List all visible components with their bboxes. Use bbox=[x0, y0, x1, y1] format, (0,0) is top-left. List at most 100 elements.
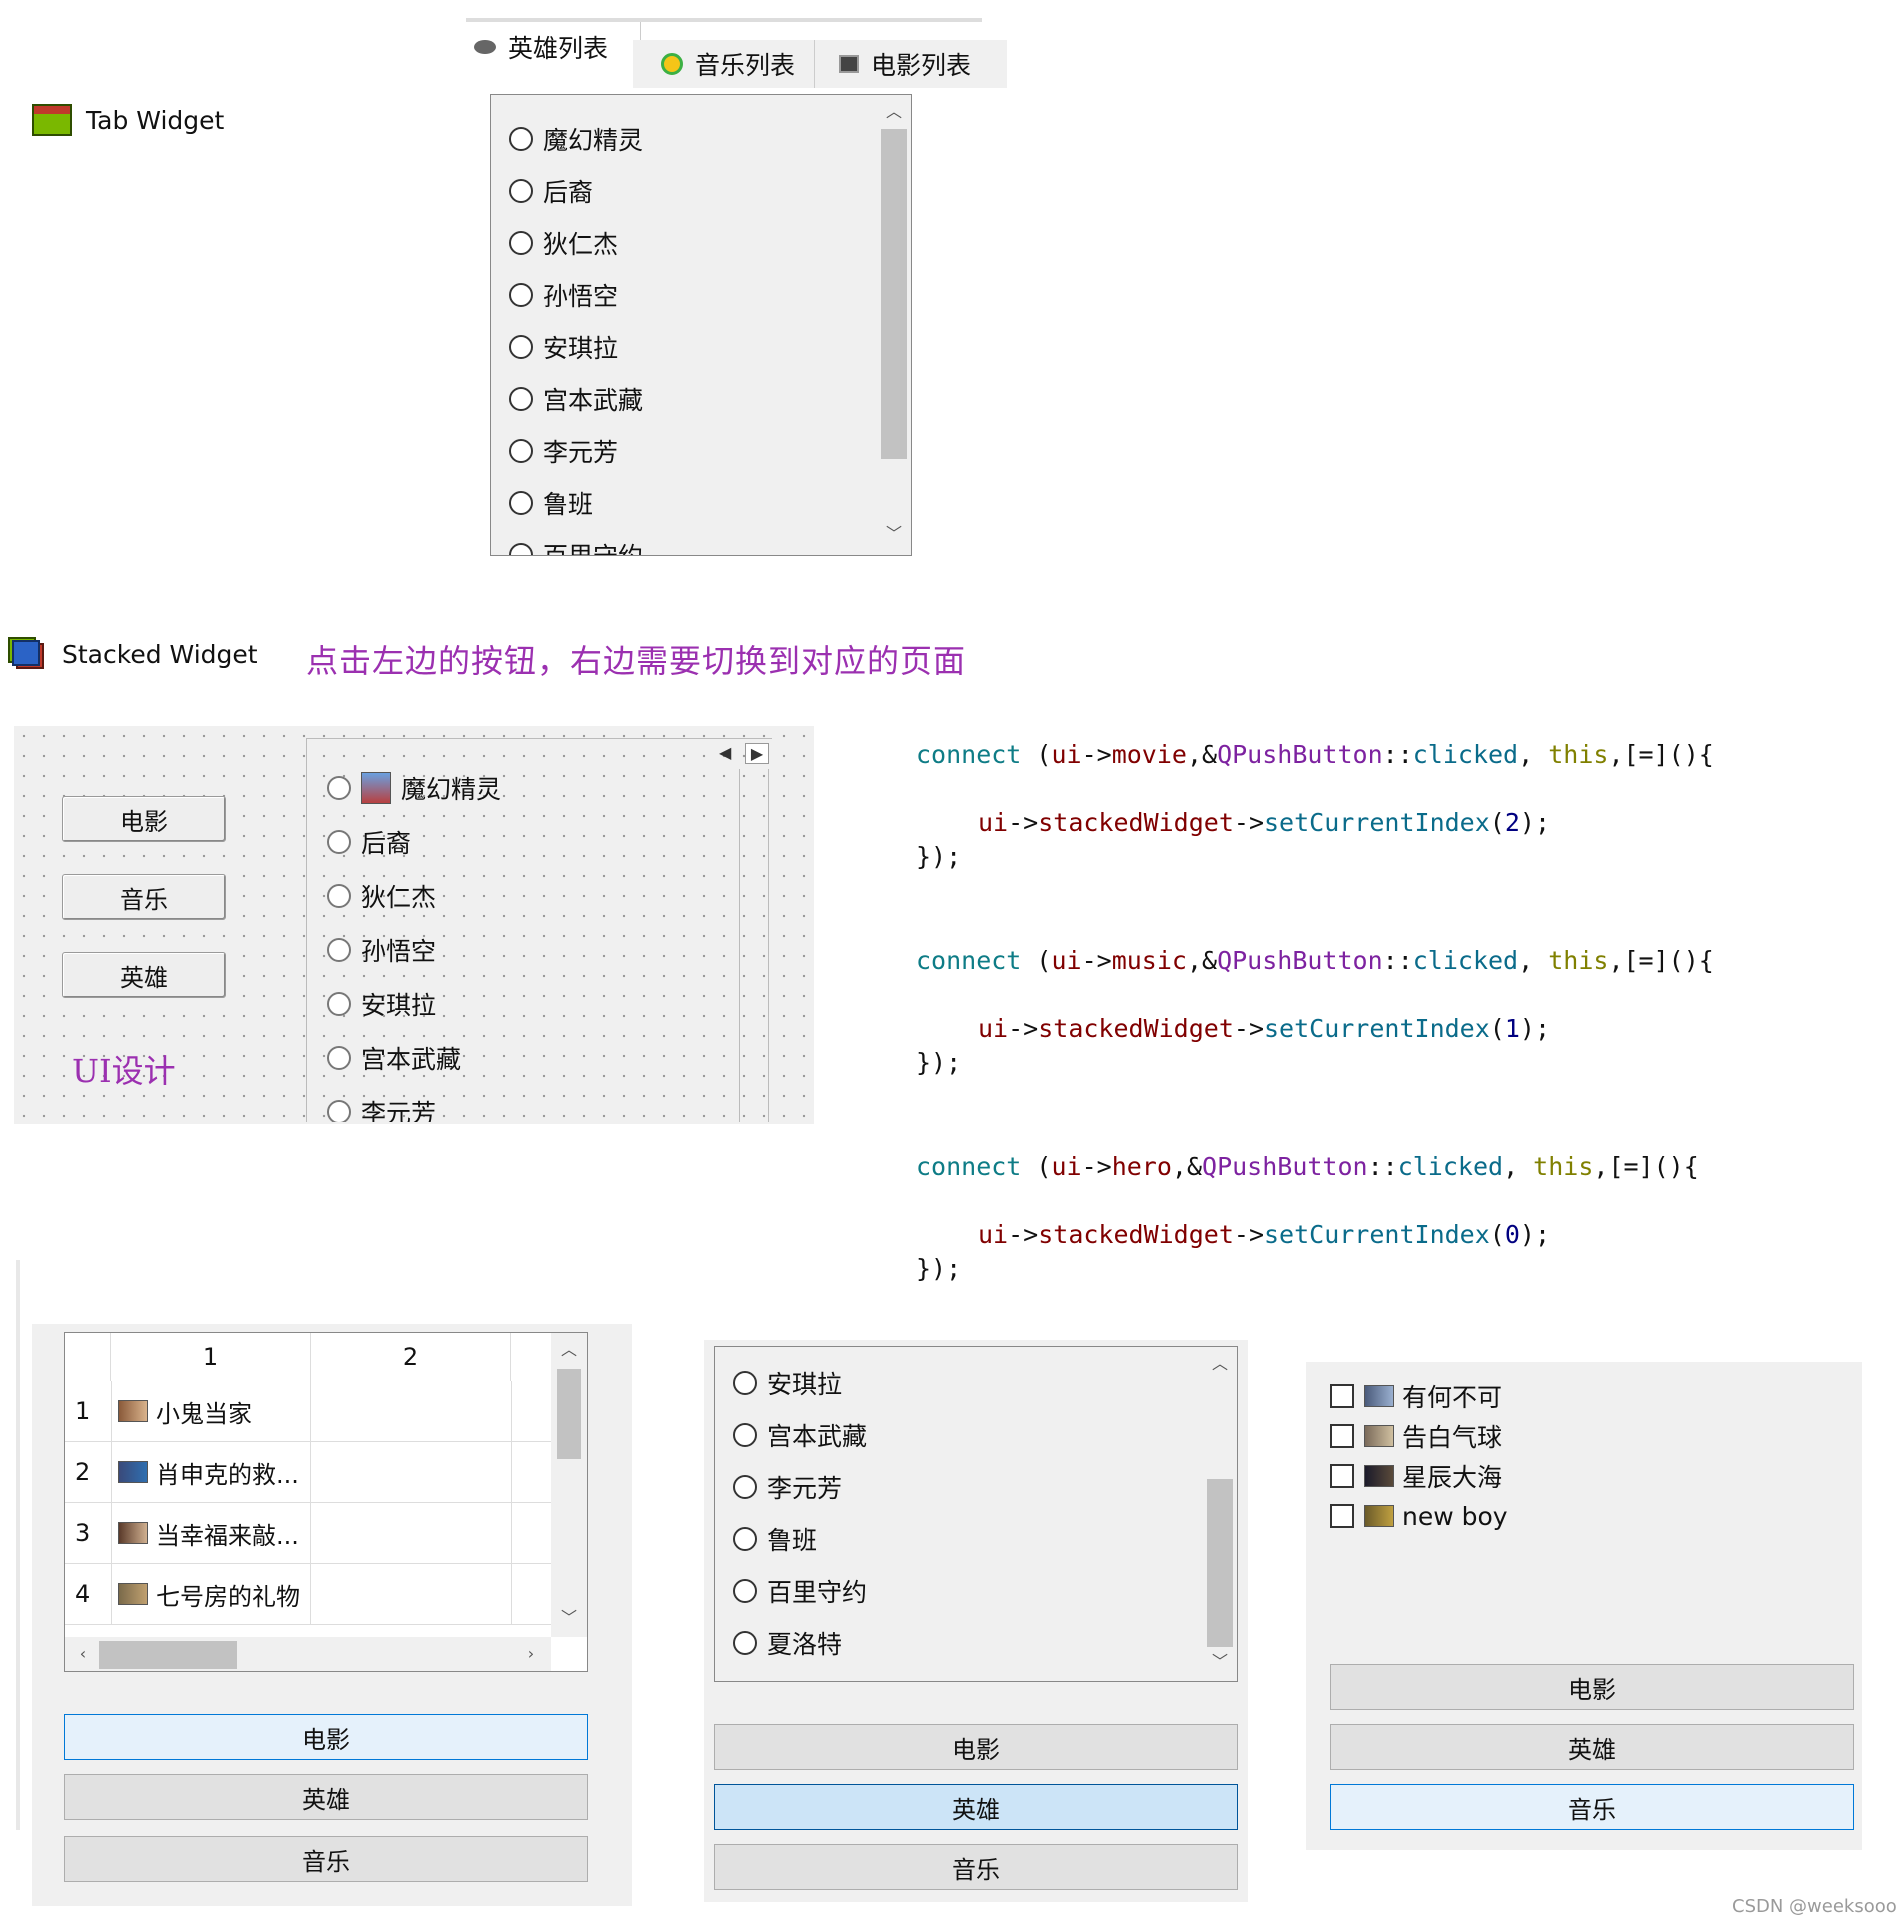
radio-button[interactable] bbox=[509, 439, 533, 463]
scroll-thumb[interactable] bbox=[881, 129, 907, 459]
design-movie-button[interactable]: 电影 bbox=[62, 796, 226, 842]
vertical-scrollbar[interactable]: ︿ ﹀ bbox=[877, 95, 911, 555]
radio-button[interactable] bbox=[733, 1579, 757, 1603]
table-cell[interactable]: 当幸福来敲... bbox=[111, 1503, 311, 1563]
radio-item[interactable]: 夏洛特 bbox=[733, 1617, 1153, 1669]
scroll-thumb[interactable] bbox=[99, 1641, 237, 1669]
radio-button[interactable] bbox=[509, 283, 533, 307]
table-row[interactable]: 3 当幸福来敲... bbox=[65, 1503, 551, 1564]
movie-button[interactable]: 电影 bbox=[1330, 1664, 1854, 1710]
radio-item[interactable]: 后裔 bbox=[327, 815, 727, 869]
radio-button[interactable] bbox=[733, 1527, 757, 1551]
tab-heroes[interactable]: 英雄列表 bbox=[466, 22, 641, 72]
radio-item[interactable]: 李元芳 bbox=[509, 425, 869, 477]
radio-button[interactable] bbox=[327, 884, 351, 908]
radio-button[interactable] bbox=[327, 1100, 351, 1122]
tab-films[interactable]: 电影列表 bbox=[814, 40, 1007, 88]
radio-button[interactable] bbox=[327, 830, 351, 854]
radio-item[interactable]: 狄仁杰 bbox=[327, 869, 727, 923]
table-vscroll[interactable]: ︿ ﹀ bbox=[551, 1333, 587, 1637]
table-row[interactable]: 4 七号房的礼物 bbox=[65, 1564, 551, 1625]
table-cell[interactable]: 七号房的礼物 bbox=[111, 1564, 311, 1624]
radio-button[interactable] bbox=[327, 1046, 351, 1070]
vertical-scrollbar[interactable]: ︿ ﹀ bbox=[1203, 1347, 1237, 1681]
radio-button[interactable] bbox=[327, 776, 351, 800]
scroll-thumb[interactable] bbox=[557, 1369, 581, 1459]
radio-item[interactable]: 百里守约 bbox=[509, 529, 869, 555]
radio-item[interactable]: 百里守约 bbox=[733, 1565, 1153, 1617]
radio-button[interactable] bbox=[509, 491, 533, 515]
checkbox-item[interactable]: 有何不可 bbox=[1330, 1376, 1730, 1416]
radio-item[interactable]: 孙悟空 bbox=[509, 269, 869, 321]
table-cell[interactable]: 小鬼当家 bbox=[111, 1381, 311, 1441]
radio-button[interactable] bbox=[509, 231, 533, 255]
radio-button[interactable] bbox=[509, 543, 533, 555]
radio-item[interactable]: 孙悟空 bbox=[327, 923, 727, 977]
music-button[interactable]: 音乐 bbox=[1330, 1784, 1854, 1830]
checkbox-item[interactable]: 星辰大海 bbox=[1330, 1456, 1730, 1496]
music-button[interactable]: 音乐 bbox=[64, 1836, 588, 1882]
scroll-down-icon[interactable]: ﹀ bbox=[551, 1607, 587, 1629]
page-prev-icon[interactable]: ◀ bbox=[719, 743, 731, 762]
radio-button[interactable] bbox=[509, 127, 533, 151]
radio-item[interactable]: 安琪拉 bbox=[509, 321, 869, 373]
table-cell[interactable]: 肖申克的救... bbox=[111, 1442, 311, 1502]
radio-item[interactable]: 后裔 bbox=[509, 165, 869, 217]
scroll-up-icon[interactable]: ︿ bbox=[877, 101, 911, 123]
table-row[interactable]: 2 肖申克的救... bbox=[65, 1442, 551, 1503]
radio-button[interactable] bbox=[733, 1475, 757, 1499]
table-cell[interactable] bbox=[311, 1564, 512, 1624]
radio-item[interactable]: 宫本武藏 bbox=[733, 1409, 1153, 1461]
scroll-left-icon[interactable]: ‹ bbox=[73, 1643, 93, 1665]
checkbox[interactable] bbox=[1330, 1384, 1354, 1408]
radio-button[interactable] bbox=[327, 992, 351, 1016]
scroll-right-icon[interactable]: › bbox=[521, 1643, 541, 1665]
radio-item[interactable]: 魔幻精灵 bbox=[327, 761, 727, 815]
radio-item[interactable]: 鲁班 bbox=[733, 1513, 1153, 1565]
design-hero-button[interactable]: 英雄 bbox=[62, 952, 226, 998]
scroll-up-icon[interactable]: ︿ bbox=[1203, 1353, 1237, 1375]
radio-button[interactable] bbox=[509, 387, 533, 411]
hero-button[interactable]: 英雄 bbox=[714, 1784, 1238, 1830]
radio-item[interactable]: 安琪拉 bbox=[733, 1357, 1153, 1409]
checkbox[interactable] bbox=[1330, 1424, 1354, 1448]
hero-button[interactable]: 英雄 bbox=[1330, 1724, 1854, 1770]
radio-item[interactable]: 宫本武藏 bbox=[327, 1031, 727, 1085]
hero-radio-list: 魔幻精灵后裔狄仁杰孙悟空安琪拉宫本武藏李元芳鲁班百里守约 bbox=[509, 113, 869, 555]
radio-button[interactable] bbox=[509, 179, 533, 203]
movie-button[interactable]: 电影 bbox=[64, 1714, 588, 1760]
radio-item[interactable]: 李元芳 bbox=[327, 1085, 727, 1122]
music-button[interactable]: 音乐 bbox=[714, 1844, 1238, 1890]
radio-button[interactable] bbox=[327, 938, 351, 962]
checkbox-item[interactable]: new boy bbox=[1330, 1496, 1730, 1536]
radio-item[interactable]: 李元芳 bbox=[733, 1461, 1153, 1513]
radio-item[interactable]: 鲁班 bbox=[509, 477, 869, 529]
radio-item[interactable]: 安琪拉 bbox=[327, 977, 727, 1031]
radio-button[interactable] bbox=[509, 335, 533, 359]
scroll-down-icon[interactable]: ﹀ bbox=[877, 523, 911, 545]
table-cell[interactable] bbox=[311, 1381, 512, 1441]
radio-button[interactable] bbox=[733, 1631, 757, 1655]
table-cell[interactable] bbox=[311, 1503, 512, 1563]
table-cell[interactable] bbox=[311, 1442, 512, 1502]
table-row[interactable]: 1 小鬼当家 bbox=[65, 1381, 551, 1442]
page-next-icon[interactable]: ▶ bbox=[745, 743, 769, 764]
scroll-thumb[interactable] bbox=[1207, 1479, 1233, 1647]
design-scrollbar[interactable] bbox=[739, 769, 769, 1122]
radio-button[interactable] bbox=[733, 1371, 757, 1395]
hero-button[interactable]: 英雄 bbox=[64, 1774, 588, 1820]
radio-item[interactable]: 宫本武藏 bbox=[509, 373, 869, 425]
radio-label: 鲁班 bbox=[543, 490, 594, 519]
design-music-button[interactable]: 音乐 bbox=[62, 874, 226, 920]
checkbox[interactable] bbox=[1330, 1464, 1354, 1488]
radio-item[interactable]: 魔幻精灵 bbox=[509, 113, 869, 165]
scroll-down-icon[interactable]: ﹀ bbox=[1203, 1651, 1237, 1673]
checkbox[interactable] bbox=[1330, 1504, 1354, 1528]
tab-music[interactable]: 音乐列表 bbox=[633, 40, 841, 88]
movie-button[interactable]: 电影 bbox=[714, 1724, 1238, 1770]
radio-item[interactable]: 狄仁杰 bbox=[509, 217, 869, 269]
scroll-up-icon[interactable]: ︿ bbox=[551, 1339, 587, 1361]
radio-button[interactable] bbox=[733, 1423, 757, 1447]
table-hscroll[interactable]: ‹ › bbox=[65, 1637, 551, 1671]
checkbox-item[interactable]: 告白气球 bbox=[1330, 1416, 1730, 1456]
